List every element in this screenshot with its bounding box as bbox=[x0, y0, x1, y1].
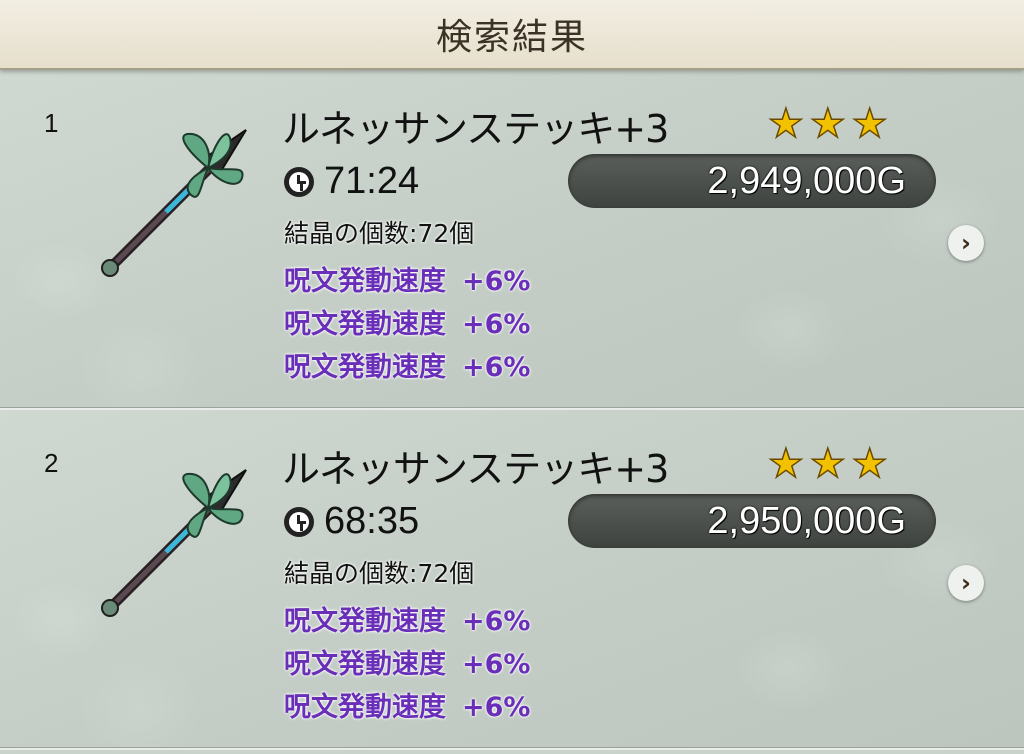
price-value: 2,950,000G bbox=[707, 499, 906, 542]
price-pill: 2,950,000G bbox=[568, 494, 936, 548]
header-bar: 検索結果 bbox=[0, 0, 1024, 70]
result-item[interactable]: 1 ルネッサンステッキ+3 ★ ★ ★ 71:24 2,949,000G 結晶の… bbox=[0, 70, 1024, 410]
star-icon: ★ bbox=[851, 101, 888, 147]
result-rank: 1 bbox=[44, 108, 59, 138]
crystal-count: 結晶の個数:72個 bbox=[284, 219, 475, 248]
time-remaining: 71:24 bbox=[284, 160, 419, 203]
item-name: ルネッサンステッキ+3 bbox=[282, 107, 669, 151]
rarity-stars: ★ ★ ★ bbox=[767, 101, 888, 147]
stat-line: 呪文発動速度 +6% bbox=[284, 606, 531, 637]
item-name: ルネッサンステッキ+3 bbox=[282, 447, 669, 491]
stat-list: 呪文発動速度 +6% 呪文発動速度 +6% 呪文発動速度 +6% bbox=[284, 260, 530, 389]
stat-list: 呪文発動速度 +6% 呪文発動速度 +6% 呪文発動速度 +6% bbox=[284, 600, 530, 729]
clock-icon bbox=[284, 506, 314, 537]
time-remaining: 68:35 bbox=[284, 500, 419, 543]
crystal-count: 結晶の個数:72個 bbox=[284, 559, 475, 588]
stat-line: 呪文発動速度 +6% bbox=[284, 309, 531, 340]
star-icon: ★ bbox=[851, 441, 888, 487]
search-results-list: 1 ルネッサンステッキ+3 ★ ★ ★ 71:24 2,949,000G 結晶の… bbox=[0, 70, 1024, 754]
stat-line: 呪文発動速度 +6% bbox=[284, 692, 531, 723]
result-rank: 2 bbox=[44, 448, 59, 478]
staff-weapon-icon bbox=[101, 469, 247, 617]
rarity-stars: ★ ★ ★ bbox=[767, 441, 888, 487]
stat-line: 呪文発動速度 +6% bbox=[284, 649, 531, 680]
star-icon: ★ bbox=[809, 101, 846, 147]
result-item[interactable]: 2 ルネッサンステッキ+3 ★ ★ ★ 68:35 2,950,000G 結晶の… bbox=[0, 410, 1024, 750]
price-value: 2,949,000G bbox=[707, 159, 906, 202]
stat-line: 呪文発動速度 +6% bbox=[284, 266, 531, 297]
page-title: 検索結果 bbox=[435, 17, 588, 58]
price-pill: 2,949,000G bbox=[568, 154, 936, 208]
star-icon: ★ bbox=[767, 441, 804, 487]
clock-icon bbox=[284, 166, 314, 197]
chevron-right-icon[interactable]: › bbox=[948, 565, 984, 601]
stat-line: 呪文発動速度 +6% bbox=[284, 352, 531, 383]
star-icon: ★ bbox=[767, 101, 804, 147]
staff-weapon-icon bbox=[101, 129, 247, 277]
star-icon: ★ bbox=[809, 441, 846, 487]
time-left-value: 71:24 bbox=[324, 160, 420, 202]
time-left-value: 68:35 bbox=[324, 500, 420, 542]
chevron-right-icon[interactable]: › bbox=[948, 225, 984, 261]
